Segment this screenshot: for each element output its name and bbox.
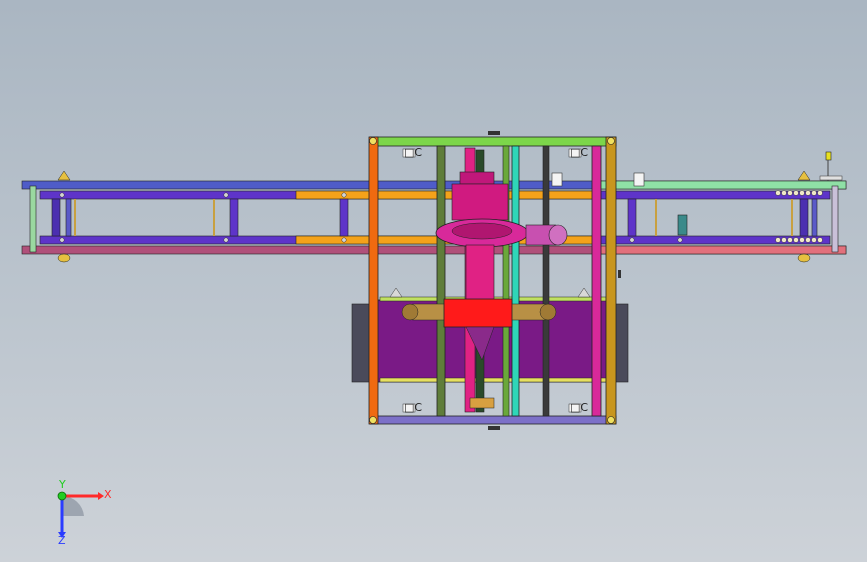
z-axis-label: Z: [58, 534, 66, 547]
foot-top-left: [57, 170, 71, 181]
tank-mount-left: [389, 287, 403, 298]
clip-label: □C: [570, 146, 588, 159]
clip-label: □C: [404, 146, 422, 159]
foot-bottom-left: [57, 253, 71, 263]
y-axis-icon: [57, 491, 67, 501]
pipe-end-left: [401, 303, 419, 321]
foot-bottom-right: [797, 253, 811, 263]
left-end-plate: [29, 185, 37, 253]
corner-bolt: [607, 137, 615, 145]
frame-inner-right-post: [591, 145, 602, 417]
frame-bottom-bar: [369, 415, 617, 425]
frame-left-post: [368, 136, 379, 425]
bolt: [59, 237, 65, 243]
bolt: [677, 237, 683, 243]
pump-volute-inner: [451, 222, 513, 240]
rail-clip-right: [633, 172, 645, 187]
corner-bolt: [369, 137, 377, 145]
corner-bolt: [369, 416, 377, 424]
bolt: [223, 192, 229, 198]
orientation-triad[interactable]: Y X Z: [40, 478, 120, 548]
frame-inner-post-olive: [436, 145, 446, 417]
triad-shadow: [62, 495, 84, 516]
pump-head: [443, 298, 513, 328]
frame-right-post: [605, 136, 617, 425]
corner-bolt: [607, 416, 615, 424]
brace-2: [65, 198, 72, 237]
motor-body: [451, 183, 509, 221]
clip-label: □C: [570, 401, 588, 414]
top-rail-orange-segment: [295, 190, 597, 200]
tank-shadow-left: [351, 303, 371, 383]
bottom-rail-accent-right: [597, 245, 847, 255]
tank-mount-right: [577, 287, 591, 298]
bolt: [341, 237, 347, 243]
brace-5: [627, 198, 637, 237]
brace-7: [811, 198, 818, 237]
x-axis-label: X: [104, 488, 112, 501]
frame-inner-post-teal: [511, 145, 520, 417]
sensor-post: [825, 151, 832, 161]
assembly-model[interactable]: □C □C □C □C: [0, 0, 867, 562]
bolt: [59, 192, 65, 198]
clip-label: □C: [404, 401, 422, 414]
tank-bottom-edge: [379, 377, 607, 383]
brace-6: [799, 198, 809, 237]
brace-1: [51, 198, 61, 237]
pump-outlet-flange: [548, 224, 568, 246]
conveyor-rails: [21, 151, 847, 263]
bolt: [341, 192, 347, 198]
brace-3: [229, 198, 239, 237]
bolt: [223, 237, 229, 243]
pump-column: [465, 244, 495, 301]
rail-clip-left: [551, 172, 563, 187]
motor-cap: [459, 171, 495, 185]
small-device: [677, 214, 688, 236]
cad-viewport[interactable]: □C □C □C □C Y X Z: [0, 0, 867, 562]
right-end-plate: [831, 185, 839, 253]
foot-top-right: [797, 170, 811, 181]
pipe-end-right: [539, 303, 557, 321]
brace-4: [339, 198, 349, 237]
sensor-bar: [819, 175, 843, 181]
bolt: [629, 237, 635, 243]
y-axis-label: Y: [58, 478, 66, 491]
frame-top-bar: [369, 136, 617, 147]
lower-coupling: [469, 397, 495, 409]
frame-inner-post-dark: [542, 145, 550, 417]
